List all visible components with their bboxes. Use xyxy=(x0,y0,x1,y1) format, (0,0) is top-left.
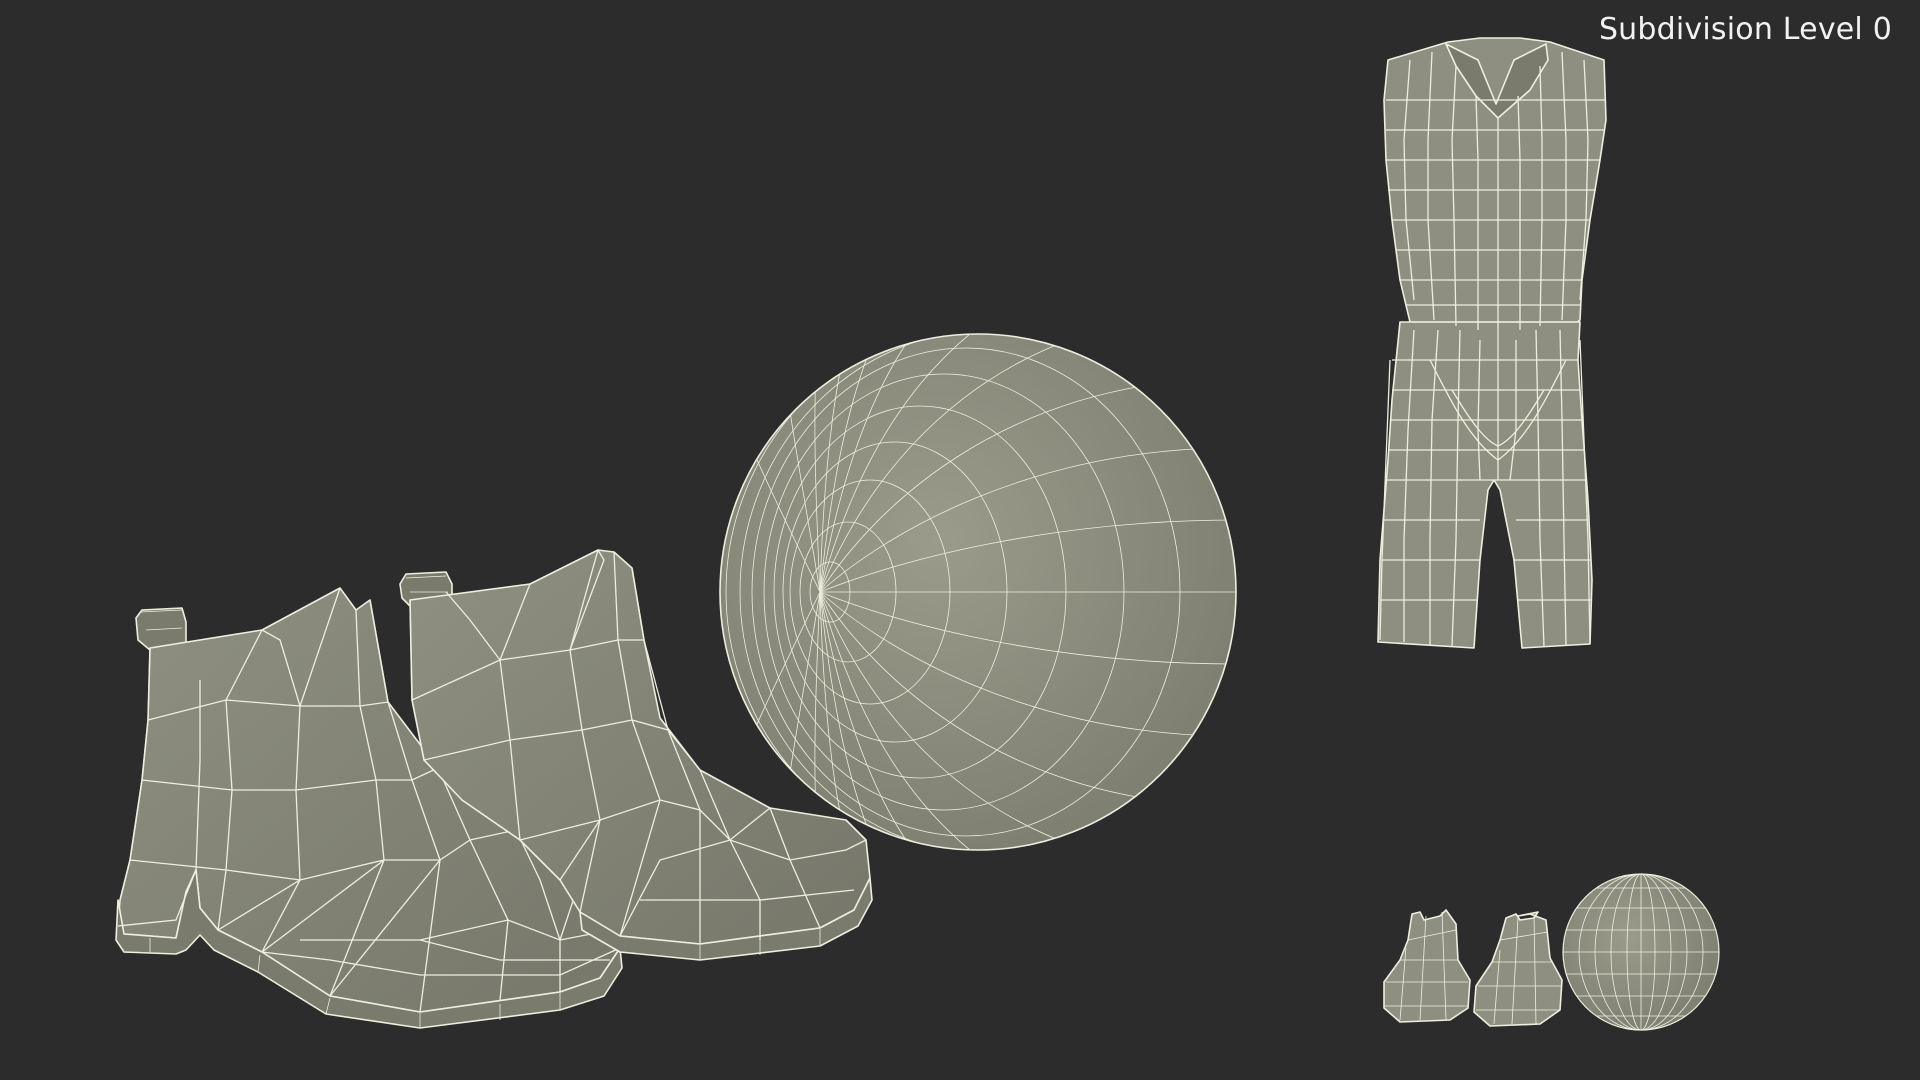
thumbnail-left-boot xyxy=(1383,909,1471,1023)
thumbnail-right-boot xyxy=(1473,911,1563,1027)
scene-canvas xyxy=(115,37,1720,1031)
viewport[interactable]: Subdivision Level 0 xyxy=(0,0,1920,1080)
thumbnail-ball xyxy=(1562,873,1720,1031)
uniform-mesh[interactable] xyxy=(1377,37,1607,649)
